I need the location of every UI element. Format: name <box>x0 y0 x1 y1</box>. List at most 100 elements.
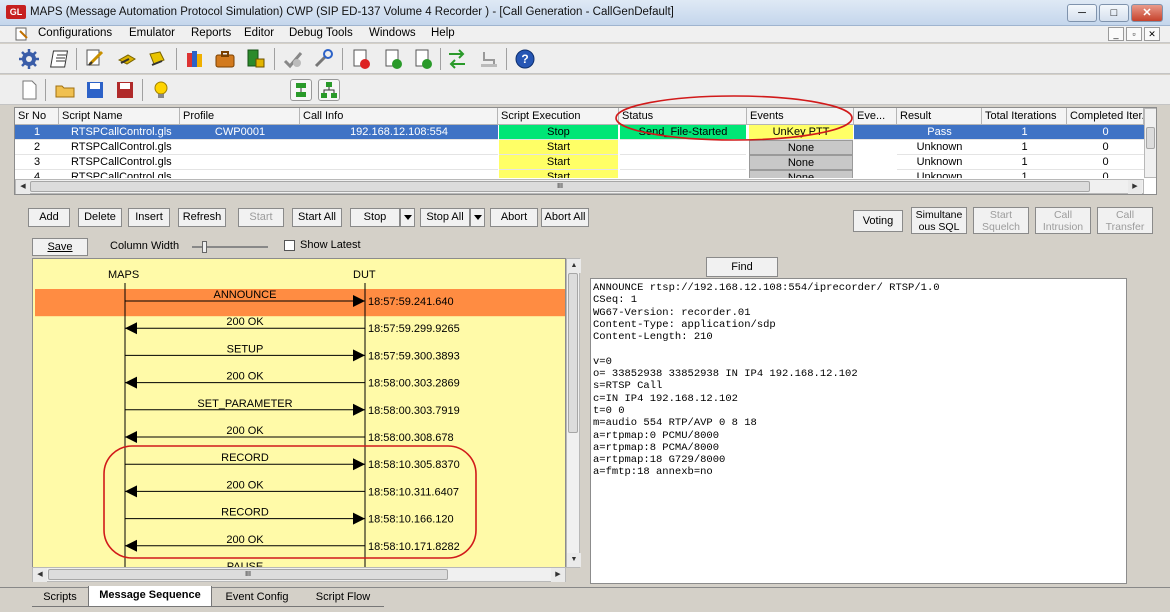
start-all-button[interactable]: Start All <box>292 208 342 227</box>
slider-thumb[interactable] <box>202 241 207 253</box>
add-button[interactable]: Add <box>28 208 70 227</box>
scroll-thumb[interactable]: III <box>30 181 1090 192</box>
new-file-icon[interactable] <box>18 79 40 101</box>
scroll-down-arrow[interactable]: ▼ <box>567 553 581 567</box>
gear-icon[interactable] <box>18 48 40 70</box>
scroll-thumb[interactable]: III <box>48 569 448 580</box>
server-lock-icon[interactable] <box>244 48 266 70</box>
show-latest-checkbox[interactable] <box>284 240 295 251</box>
save-as-icon[interactable] <box>114 79 136 101</box>
stop-all-button[interactable]: Stop All <box>420 208 470 227</box>
col-header-call-info[interactable]: Call Info <box>300 108 498 125</box>
scroll-thumb[interactable] <box>568 273 578 433</box>
col-header-completed-iterations[interactable]: Completed Iter... <box>1067 108 1144 125</box>
table-row[interactable]: 2 RTSPCallControl.gls Start None Unknown… <box>15 140 1144 155</box>
menu-windows[interactable]: Windows <box>369 27 416 39</box>
lightbulb-icon[interactable] <box>150 79 172 101</box>
col-header-profile[interactable]: Profile <box>180 108 300 125</box>
event-none-button[interactable]: None <box>749 140 853 155</box>
column-width-slider[interactable] <box>190 240 270 254</box>
menu-editor[interactable]: Editor <box>244 27 274 39</box>
stop-button[interactable]: Stop <box>350 208 400 227</box>
abort-button[interactable]: Abort <box>490 208 538 227</box>
disconnect-icon[interactable] <box>478 48 500 70</box>
col-header-result[interactable]: Result <box>897 108 982 125</box>
minimize-icon[interactable]: ─ <box>1067 4 1097 22</box>
voting-button[interactable]: Voting <box>853 210 903 232</box>
scroll-thumb[interactable] <box>1146 127 1155 149</box>
grid-vertical-scrollbar[interactable] <box>1144 108 1156 178</box>
table-row[interactable]: 3 RTSPCallControl.gls Start None Unknown… <box>15 155 1144 170</box>
check-tool-icon[interactable] <box>282 48 304 70</box>
col-header-sr-no[interactable]: Sr No <box>15 108 59 125</box>
menu-configurations[interactable]: Configurations <box>38 27 112 39</box>
mdi-restore-button[interactable]: ▫ <box>1126 27 1142 41</box>
sequence-vertical-scrollbar[interactable]: ▲ ▼ <box>566 258 581 568</box>
wrench-tool-icon[interactable] <box>312 48 334 70</box>
start-button[interactable]: Start <box>238 208 284 227</box>
col-header-script-name[interactable]: Script Name <box>59 108 180 125</box>
insert-button[interactable]: Insert <box>128 208 170 227</box>
event-none-button[interactable]: None <box>749 155 853 170</box>
abort-all-button[interactable]: Abort All <box>541 208 589 227</box>
call-transfer-button[interactable]: Call Transfer <box>1097 207 1153 234</box>
start-script-button[interactable]: Start <box>499 155 618 170</box>
close-icon[interactable]: ✕ <box>1131 4 1163 22</box>
menu-emulator[interactable]: Emulator <box>129 27 175 39</box>
books-icon[interactable] <box>184 48 206 70</box>
menu-help[interactable]: Help <box>431 27 455 39</box>
col-header-status[interactable]: Status <box>619 108 747 125</box>
start-script-button[interactable]: Start <box>499 170 618 178</box>
event-unkey-ptt-button[interactable]: UnKey PTT <box>749 125 853 140</box>
find-button[interactable]: Find <box>706 257 778 277</box>
script-stop-icon[interactable] <box>350 48 372 70</box>
tab-message-sequence[interactable]: Message Sequence <box>88 586 212 607</box>
mdi-minimize-button[interactable]: _ <box>1108 27 1124 41</box>
scroll-left-arrow[interactable]: ◀ <box>16 180 30 194</box>
table-row[interactable]: 4 RTSPCallControl.gls Start None Unknown… <box>15 170 1144 178</box>
col-header-total-iterations[interactable]: Total Iterations <box>982 108 1067 125</box>
menu-debug-tools[interactable]: Debug Tools <box>289 27 353 39</box>
script-clear-icon[interactable] <box>382 48 404 70</box>
help-icon[interactable]: ? <box>514 48 536 70</box>
script-play-icon[interactable] <box>412 48 434 70</box>
profile-tool-icon[interactable] <box>146 48 168 70</box>
start-squelch-button[interactable]: Start Squelch <box>973 207 1029 234</box>
grid-horizontal-scrollbar[interactable]: ◀ III ▶ <box>15 179 1144 194</box>
stop-all-dropdown-arrow[interactable] <box>470 208 485 227</box>
briefcase-icon[interactable] <box>214 48 236 70</box>
maximize-icon[interactable]: □ <box>1099 4 1129 22</box>
stop-dropdown-arrow[interactable] <box>400 208 415 227</box>
scroll-left-arrow[interactable]: ◀ <box>33 568 47 582</box>
start-script-button[interactable]: Start <box>499 140 618 155</box>
layout-vertical-icon[interactable] <box>290 79 312 101</box>
layout-tree-icon[interactable] <box>318 79 340 101</box>
delete-button[interactable]: Delete <box>78 208 122 227</box>
simultaneous-sql-button[interactable]: Simultane ous SQL <box>911 207 967 234</box>
notebook-icon[interactable] <box>50 48 72 70</box>
event-none-button[interactable]: None <box>749 170 853 178</box>
menu-reports[interactable]: Reports <box>191 27 231 39</box>
table-row[interactable]: 1 RTSPCallControl.gls CWP0001 192.168.12… <box>15 125 1144 140</box>
sequence-horizontal-scrollbar[interactable]: ◀ III ▶ <box>32 567 566 582</box>
refresh-button[interactable]: Refresh <box>178 208 226 227</box>
scroll-right-arrow[interactable]: ▶ <box>1128 180 1142 194</box>
scroll-up-arrow[interactable]: ▲ <box>567 259 581 273</box>
message-detail-text[interactable]: ANNOUNCE rtsp://192.168.12.108:554/iprec… <box>590 278 1127 584</box>
mdi-document-icon[interactable] <box>14 27 30 41</box>
call-intrusion-button[interactable]: Call Intrusion <box>1035 207 1091 234</box>
tab-script-flow[interactable]: Script Flow <box>302 588 384 607</box>
col-header-events[interactable]: Events <box>747 108 854 125</box>
stop-script-button[interactable]: Stop <box>499 125 618 140</box>
col-header-script-execution[interactable]: Script Execution <box>498 108 619 125</box>
mdi-close-button[interactable]: ✕ <box>1144 27 1160 41</box>
open-folder-icon[interactable] <box>54 79 76 101</box>
script-edit-icon[interactable] <box>84 48 106 70</box>
scroll-right-arrow[interactable]: ▶ <box>551 568 565 582</box>
transfer-icon[interactable] <box>446 48 468 70</box>
tab-scripts[interactable]: Scripts <box>32 588 88 607</box>
save-sequence-button[interactable]: Save <box>32 238 88 256</box>
col-header-eve[interactable]: Eve... <box>854 108 897 125</box>
message-tool-icon[interactable] <box>116 48 138 70</box>
save-icon[interactable] <box>84 79 106 101</box>
